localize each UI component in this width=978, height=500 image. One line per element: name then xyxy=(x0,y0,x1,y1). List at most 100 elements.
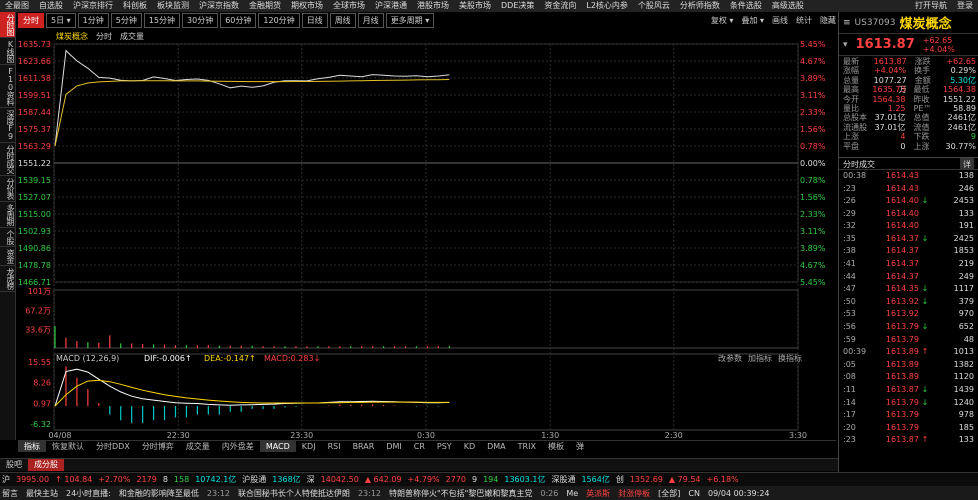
menu-item[interactable]: L2核心内参 xyxy=(581,0,633,12)
indicator-tab[interactable]: 分时DDX xyxy=(90,441,136,452)
left-tab[interactable]: 分时成交 xyxy=(0,143,15,176)
menu-item[interactable]: DDE决策 xyxy=(496,0,539,12)
trade-arrow-icon: ↓ xyxy=(921,385,929,394)
left-tab[interactable]: F10资料 xyxy=(0,65,15,108)
price-tick-label: 1527.07 xyxy=(18,193,51,202)
macd-button[interactable]: 换指标 xyxy=(778,353,802,363)
period-button[interactable]: 15分钟 xyxy=(143,13,181,28)
indicator-tab[interactable]: TRIX xyxy=(512,441,542,452)
menu-item[interactable]: 沪深京指数 xyxy=(194,0,244,12)
indicator-tab[interactable]: KDJ xyxy=(296,441,322,452)
news-item[interactable]: 留言 xyxy=(2,488,18,499)
macd-button[interactable]: 改参数 xyxy=(718,353,742,363)
news-item[interactable]: Me xyxy=(566,489,578,498)
period-button[interactable]: 60分钟 xyxy=(220,13,257,28)
dropdown-icon[interactable]: ▾ xyxy=(843,40,848,50)
period-button[interactable]: 周线 xyxy=(329,13,356,28)
menu-item[interactable]: 金融期货 xyxy=(244,0,286,12)
trade-row: :47 1614.35 ↓ 1117 xyxy=(839,283,978,296)
news-item[interactable]: 和金融的影响降至最低 xyxy=(119,488,199,499)
menu-item[interactable]: 沪深京排行 xyxy=(68,0,118,12)
chart-tool-button[interactable]: 隐藏 xyxy=(820,15,836,26)
period-button[interactable]: 月线 xyxy=(357,13,384,28)
indicator-tab[interactable]: 指标 xyxy=(18,441,46,452)
menu-icon[interactable]: ≡ xyxy=(843,18,851,28)
macd-button[interactable]: 加指标 xyxy=(748,353,772,363)
menu-item[interactable]: 沪深港通 xyxy=(370,0,412,12)
intraday-chart[interactable]: 1635.73 5.45% 1623.66 4.67% 1611.58 3.89% 1599… xyxy=(18,30,836,440)
chart-tool-button[interactable]: 复权 ▾ xyxy=(711,15,734,26)
indicator-tab[interactable]: 内外盘差 xyxy=(216,441,260,452)
period-button[interactable]: 更多周期 ▾ xyxy=(385,13,435,28)
menu-item[interactable]: 港股市场 xyxy=(412,0,454,12)
news-item[interactable]: 0:26 xyxy=(540,489,558,498)
news-item[interactable]: CN xyxy=(688,489,700,498)
period-button[interactable]: 分时 xyxy=(18,13,44,28)
menu-right-item[interactable]: 登录 xyxy=(952,0,978,12)
news-item[interactable]: 24小时直播: xyxy=(66,488,111,499)
news-item[interactable]: 英派斯 xyxy=(586,488,610,499)
menu-item[interactable]: 美股市场 xyxy=(454,0,496,12)
left-tab[interactable]: 多周期 xyxy=(0,202,15,228)
menu-item[interactable]: 分析师指数 xyxy=(675,0,725,12)
menu-item[interactable]: 板块监测 xyxy=(152,0,194,12)
left-tab[interactable]: K线图 xyxy=(0,38,15,65)
news-item[interactable]: [全部] xyxy=(658,488,680,499)
chart-tool-button[interactable]: 叠加 ▾ xyxy=(741,15,764,26)
menu-bar: 全最图 自选股 沪深京排行 科创板 板块监测 沪深京指数 金融期货 期权市场 全球市场 沪深港通港… xyxy=(0,0,978,12)
period-button[interactable]: 120分钟 xyxy=(258,13,300,28)
trade-volume: 1439 xyxy=(953,385,974,394)
news-item[interactable]: 09/04 00:39:24 xyxy=(708,489,770,498)
bottom-tab[interactable]: 成分股 xyxy=(28,459,64,471)
period-button[interactable]: 1分钟 xyxy=(77,13,109,28)
indicator-tab[interactable]: DMA xyxy=(481,441,512,452)
news-item[interactable]: 最快主站 xyxy=(26,488,58,499)
left-tab[interactable]: 个股 xyxy=(0,228,15,247)
trades-detail-button[interactable]: 详 xyxy=(960,157,974,169)
indicator-tab[interactable]: 恢复默认 xyxy=(46,441,90,452)
indicator-tab[interactable]: CR xyxy=(408,441,431,452)
indicator-tab[interactable]: MACD xyxy=(259,441,296,452)
left-tab[interactable]: 龙虎榜 xyxy=(0,266,15,292)
chart-tool-button[interactable]: 画线 xyxy=(772,15,788,26)
period-button[interactable]: 5日 ▾ xyxy=(46,13,76,28)
indicator-tab[interactable]: DMI xyxy=(380,441,407,452)
chart-tool-button[interactable]: 统计 xyxy=(796,15,812,26)
news-item[interactable]: 封涨停板 xyxy=(618,488,650,499)
menu-item[interactable]: 全最图 xyxy=(0,0,34,12)
indicator-tab[interactable]: RSI xyxy=(322,441,347,452)
indicator-tab[interactable]: KD xyxy=(458,441,481,452)
pct-tick-label: 2.33% xyxy=(800,210,826,219)
left-tab[interactable]: 资金 xyxy=(0,247,15,266)
menu-item[interactable]: 全球市场 xyxy=(328,0,370,12)
indicator-tab[interactable]: BRAR xyxy=(347,441,381,452)
trade-row: :53 1613.92 970 xyxy=(839,308,978,321)
menu-item[interactable]: 期权市场 xyxy=(286,0,328,12)
period-button[interactable]: 日线 xyxy=(301,13,328,28)
menu-item[interactable]: 自选股 xyxy=(34,0,68,12)
left-tab[interactable]: 分价表 xyxy=(0,176,15,202)
news-item[interactable]: 联合国秘书长个人特使抵达伊朗 xyxy=(238,488,350,499)
indicator-tab[interactable]: 成交量 xyxy=(180,441,216,452)
news-item[interactable]: 23:12 xyxy=(358,489,381,498)
volume-bar xyxy=(142,343,144,348)
period-button[interactable]: 30分钟 xyxy=(182,13,219,28)
indicator-tab[interactable]: 分时博弈 xyxy=(136,441,180,452)
indicator-tab[interactable]: PSY xyxy=(431,441,458,452)
menu-right-item[interactable]: 打开导航 xyxy=(910,0,952,12)
indicator-tab[interactable]: 模板 xyxy=(542,441,570,452)
menu-item[interactable]: 资金流向 xyxy=(539,0,581,12)
menu-item[interactable]: 高级选股 xyxy=(767,0,809,12)
left-tab[interactable]: 分时图 xyxy=(0,12,15,38)
menu-item[interactable]: 科创板 xyxy=(118,0,152,12)
price-tick-label: 1599.51 xyxy=(18,91,51,100)
menu-item[interactable]: 条件选股 xyxy=(725,0,767,12)
quote-label: 涨跌 xyxy=(914,57,931,66)
period-button[interactable]: 5分钟 xyxy=(110,13,142,28)
news-item[interactable]: 23:12 xyxy=(207,489,230,498)
indicator-tab[interactable]: 弹 xyxy=(570,441,590,452)
left-tab[interactable]: 深度F9 xyxy=(0,108,15,143)
news-item[interactable]: 特朗普称停火"不包括"黎巴嫩和黎真主党 xyxy=(389,488,532,499)
menu-item[interactable]: 个股风云 xyxy=(633,0,675,12)
bottom-tab[interactable]: 股吧 xyxy=(0,459,28,471)
